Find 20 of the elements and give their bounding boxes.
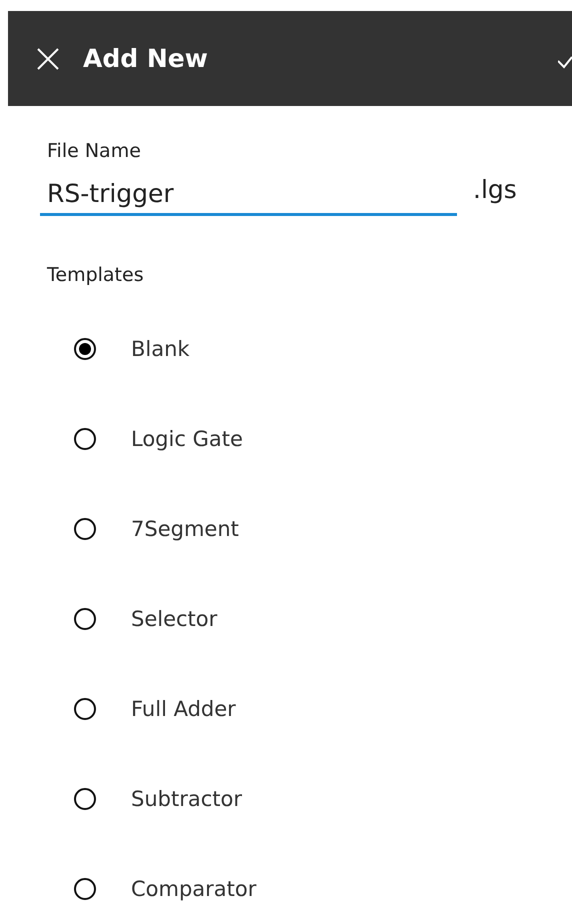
field-label: File Name [47,139,142,163]
radio-button[interactable] [74,878,96,900]
header-title: Add New [83,42,208,75]
close-icon[interactable] [37,48,59,70]
file-extension: .lgs [473,174,517,206]
radio-label[interactable]: Full Adder [131,696,236,722]
radio-label[interactable]: Selector [131,606,218,632]
radio-button[interactable] [74,338,96,360]
radio-label[interactable]: Blank [131,336,190,362]
radio-button[interactable] [74,608,96,630]
file-name-field[interactable]: RS-trigger [40,173,457,216]
radio-label[interactable]: 7Segment [131,516,239,542]
radio-label[interactable]: Logic Gate [131,426,243,452]
radio-button[interactable] [74,428,96,450]
radio-label[interactable]: Comparator [131,876,256,902]
radio-button[interactable] [74,788,96,810]
radio-label[interactable]: Subtractor [131,786,242,812]
radio-button[interactable] [74,518,96,540]
section-label: Templates [47,263,145,287]
radio-button[interactable] [74,698,96,720]
